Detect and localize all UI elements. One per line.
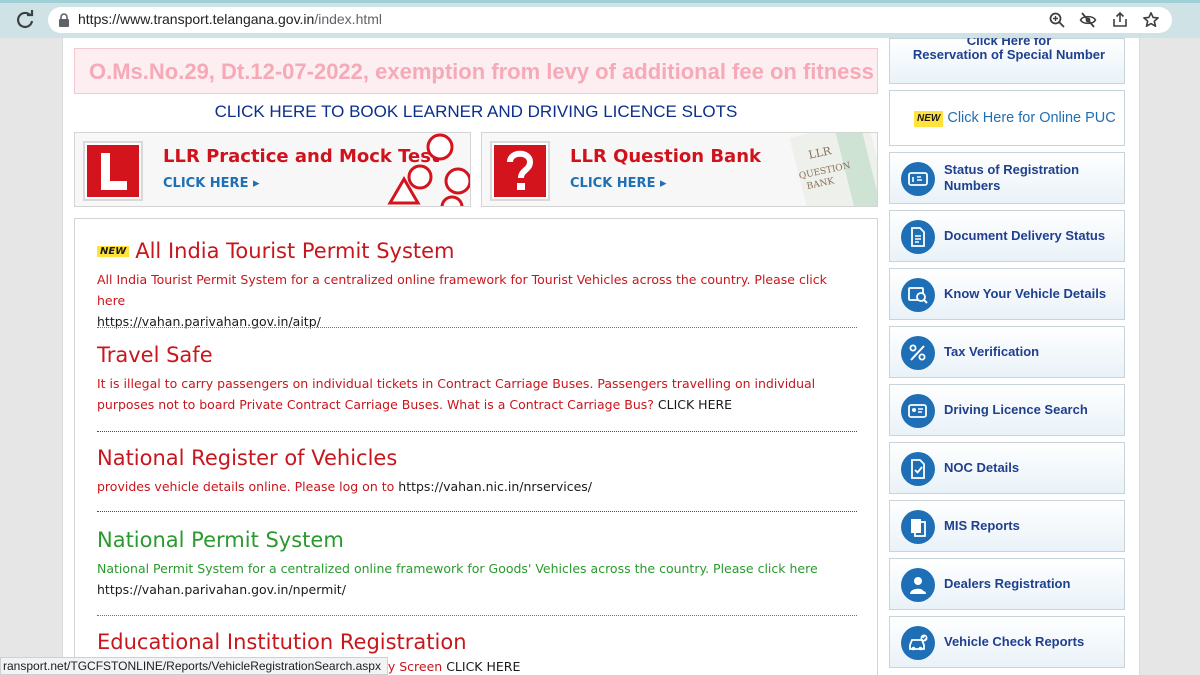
browser-toolbar: https://www.transport.telangana.gov.in/i… — [0, 0, 1200, 38]
news-divider — [97, 615, 857, 616]
sidebar-item-tax-verification[interactable]: Tax Verification — [889, 326, 1125, 378]
document-delivery-icon — [901, 220, 935, 254]
news-desc: All India Tourist Permit System for a ce… — [97, 272, 827, 308]
news-item: Educational Institution Registration — [97, 630, 855, 654]
news-marquee[interactable]: O.Ms.No.29, Dt.12-07-2022, exemption fro… — [74, 48, 878, 94]
sidebar-item-mis-reports[interactable]: MIS Reports — [889, 500, 1125, 552]
news-panel: NEW All India Tourist Permit System All I… — [74, 218, 878, 675]
question-mark-icon — [490, 141, 550, 201]
llr-practice-banner[interactable]: LLR Practice and Mock Test CLICK HERE ▸ — [74, 132, 471, 207]
sidebar-item-vehicle-check-reports[interactable]: Vehicle Check Reports — [889, 616, 1125, 668]
url-host: https://www.transport.telangana.gov.in — [78, 11, 315, 27]
address-bar[interactable]: https://www.transport.telangana.gov.in/i… — [48, 7, 1172, 33]
sidebar-item-dealers-registration[interactable]: Dealers Registration — [889, 558, 1125, 610]
sidebar-item-registration-status[interactable]: Status of Registration Numbers — [889, 152, 1125, 204]
sidebar-item-label: Dealers Registration — [944, 576, 1071, 591]
lock-icon[interactable] — [58, 13, 70, 27]
sidebar-item-label: Status of Registration Numbers — [944, 162, 1080, 193]
share-icon[interactable] — [1111, 11, 1129, 29]
sidebar-item-noc-details[interactable]: NOC Details — [889, 442, 1125, 494]
news-link[interactable]: CLICK HERE — [658, 397, 732, 412]
url-text[interactable]: https://www.transport.telangana.gov.in/i… — [78, 11, 382, 27]
learner-l-icon — [83, 141, 143, 201]
reload-icon[interactable] — [13, 8, 37, 32]
dealer-icon — [901, 568, 935, 602]
news-desc: National Permit System for a centralized… — [97, 561, 818, 576]
news-title[interactable]: National Register of Vehicles — [97, 446, 855, 470]
url-path: /index.html — [314, 11, 383, 27]
sidebar-item-document-delivery[interactable]: Document Delivery Status — [889, 210, 1125, 262]
special-number-reservation[interactable]: Click Here for Reservation of Special Nu… — [889, 38, 1125, 84]
sidebar-item-label: Vehicle Check Reports — [944, 634, 1085, 649]
link-status-bar: ransport.net/TGCFSTONLINE/Reports/Vehicl… — [0, 657, 388, 675]
banner-cta[interactable]: CLICK HERE ▸ — [163, 176, 260, 191]
new-badge: NEW — [97, 246, 130, 257]
special-number-line2: Reservation of Special Number — [912, 47, 1106, 62]
news-divider — [97, 431, 857, 432]
news-title[interactable]: National Permit System — [97, 528, 855, 552]
vehicle-details-icon — [901, 278, 935, 312]
llr-question-bank-banner[interactable]: LLR Question Bank CLICK HERE ▸ LLR QUEST… — [481, 132, 878, 207]
sidebar-item-label: Driving Licence Search — [944, 402, 1088, 417]
sidebar-item-label: NOC Details — [944, 460, 1020, 475]
news-item: National Register of Vehicles provides v… — [97, 446, 855, 497]
sidebar-item-label: Tax Verification — [944, 344, 1040, 359]
licence-search-icon — [901, 394, 935, 428]
news-divider — [97, 511, 857, 512]
banner-cta[interactable]: CLICK HERE ▸ — [570, 176, 667, 191]
bookmark-star-icon[interactable] — [1142, 11, 1160, 29]
news-title[interactable]: Educational Institution Registration — [97, 630, 855, 654]
news-divider — [97, 327, 857, 328]
news-link[interactable]: https://vahan.parivahan.gov.in/npermit/ — [97, 582, 346, 597]
news-link[interactable]: CLICK HERE — [446, 659, 520, 674]
tax-percent-icon — [901, 336, 935, 370]
news-desc: provides vehicle details online. Please … — [97, 479, 395, 494]
book-slots-link[interactable]: CLICK HERE TO BOOK LEARNER AND DRIVING L… — [74, 102, 878, 122]
web-page: O.Ms.No.29, Dt.12-07-2022, exemption fro… — [0, 38, 1200, 675]
question-book-icon: LLR QUESTION BANK — [789, 133, 877, 206]
vehicle-check-icon — [901, 626, 935, 660]
marquee-text: O.Ms.No.29, Dt.12-07-2022, exemption fro… — [89, 59, 878, 84]
noc-document-icon — [901, 452, 935, 486]
eye-off-icon[interactable] — [1079, 11, 1097, 29]
zoom-icon[interactable] — [1048, 11, 1066, 29]
online-puc-link[interactable]: NEW Click Here for Online PUC — [889, 90, 1125, 146]
new-badge: NEW — [914, 111, 944, 127]
sidebar-item-vehicle-details[interactable]: Know Your Vehicle Details — [889, 268, 1125, 320]
sidebar-item-label: Know Your Vehicle Details — [944, 286, 1107, 301]
sidebar-item-licence-search[interactable]: Driving Licence Search — [889, 384, 1125, 436]
news-item: NEW All India Tourist Permit System All I… — [97, 239, 855, 332]
news-title[interactable]: Travel Safe — [97, 343, 855, 367]
sidebar-item-label: MIS Reports — [944, 518, 1020, 533]
news-link[interactable]: https://vahan.nic.in/nrservices/ — [398, 479, 592, 494]
mis-reports-icon — [901, 510, 935, 544]
sidebar-item-label: Document Delivery Status — [944, 228, 1106, 243]
registration-status-icon — [901, 162, 935, 196]
news-item: National Permit System National Permit S… — [97, 528, 855, 600]
road-signs-icon — [387, 133, 470, 206]
puc-label: Click Here for Online PUC — [947, 110, 1116, 126]
news-title[interactable]: All India Tourist Permit System — [135, 239, 454, 263]
news-item: Travel Safe It is illegal to carry passe… — [97, 343, 855, 415]
